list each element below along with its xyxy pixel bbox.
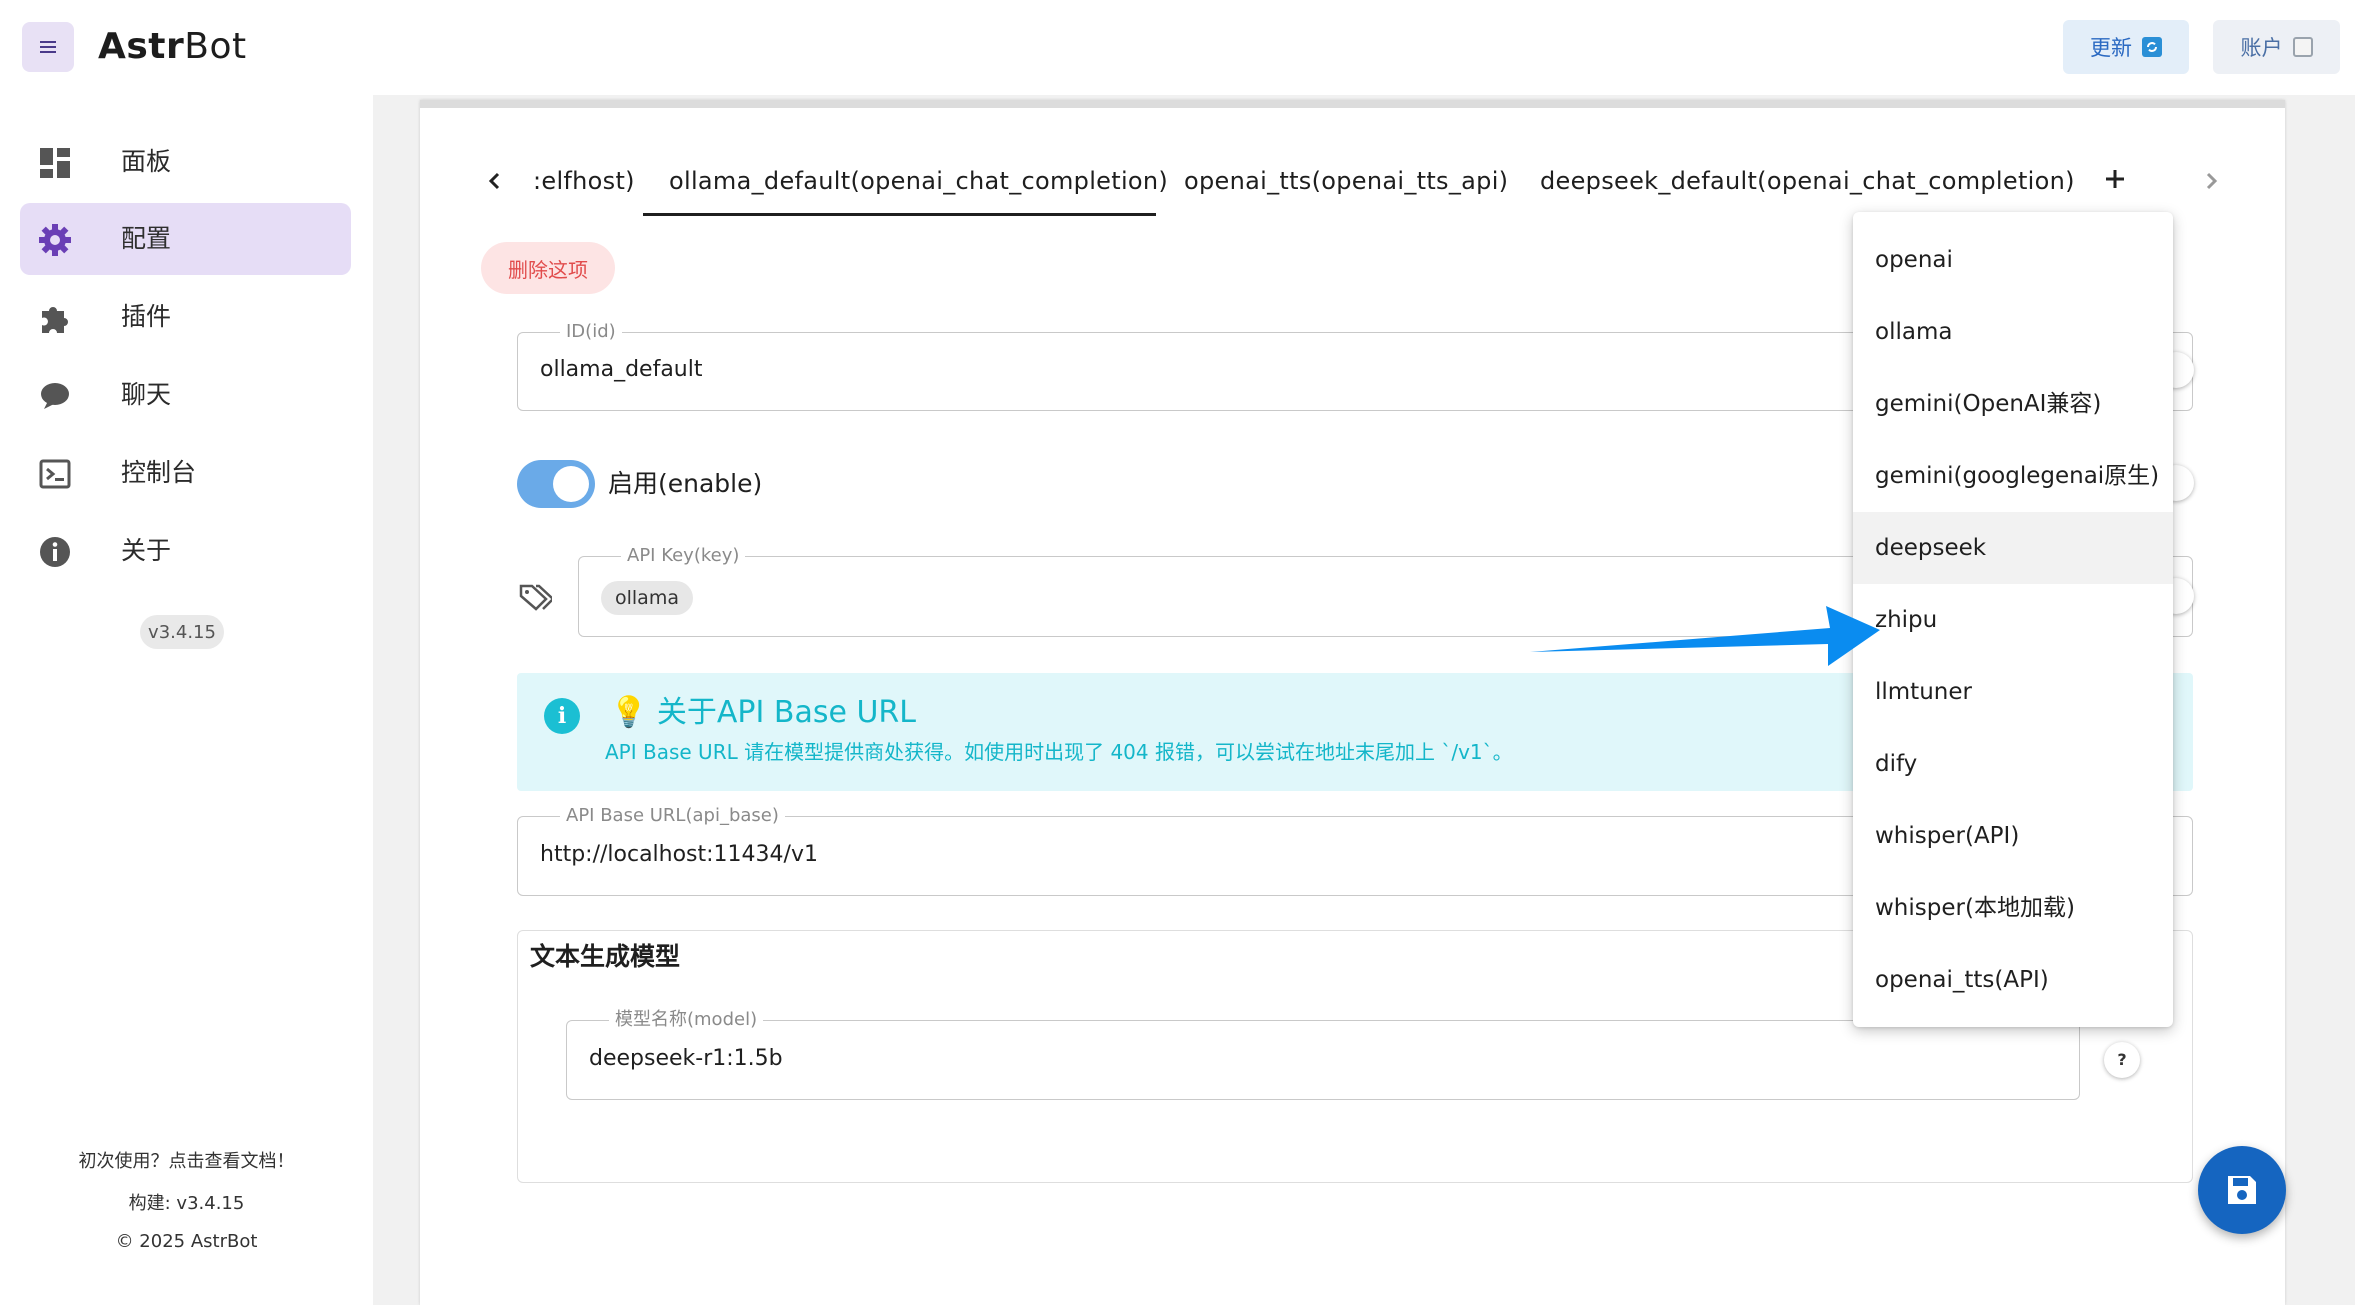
docs-link[interactable]: 初次使用？点击查看文档！ — [0, 1147, 373, 1173]
tab-deepseek-default[interactable]: deepseek_default(openai_chat_completion) — [1540, 164, 2075, 198]
account-button[interactable]: 账户 — [2213, 20, 2340, 74]
sidebar-item-label: 关于 — [121, 536, 172, 565]
tags-icon — [519, 584, 552, 611]
sidebar-item-dashboard[interactable]: 面板 — [20, 126, 351, 198]
brand-logo-text: AstrBot — [98, 22, 247, 72]
account-label: 账户 — [2240, 36, 2283, 60]
info-alert-text: API Base URL 请在模型提供商处获得。如使用时出现了 404 报错，可… — [605, 740, 1513, 764]
api-key-field-label: API Key(key) — [621, 543, 746, 569]
enable-toggle-label: 启用(enable) — [608, 469, 763, 498]
delete-item-button[interactable]: 删除这项 — [481, 242, 615, 294]
api-key-chip[interactable]: ollama — [601, 581, 693, 615]
id-field-value: ollama_default — [540, 357, 703, 382]
tab-selfhost[interactable]: :elfhost) — [533, 164, 635, 198]
sidebar-item-label: 插件 — [121, 302, 172, 331]
menu-item-zhipu[interactable]: zhipu — [1853, 584, 2173, 656]
api-base-field-label: API Base URL(api_base) — [560, 803, 785, 829]
id-field-label: ID(id) — [560, 319, 622, 345]
annotation-arrow-icon — [1530, 606, 1880, 666]
sidebar-item-chat[interactable]: 聊天 — [20, 359, 351, 431]
chat-bubble-icon — [41, 383, 69, 409]
active-tab-indicator — [643, 213, 1156, 216]
menu-item-ollama[interactable]: ollama — [1853, 296, 2173, 368]
model-name-field-value: deepseek-r1:1.5b — [589, 1046, 783, 1071]
puzzle-icon — [42, 307, 68, 333]
menu-item-openai-tts[interactable]: openai_tts(API) — [1853, 944, 2173, 1016]
tab-openai-tts[interactable]: openai_tts(openai_tts_api) — [1184, 164, 1508, 198]
copyright: © 2025 AstrBot — [115, 1231, 258, 1252]
menu-item-gemini-openai[interactable]: gemini(OpenAI兼容) — [1853, 368, 2173, 440]
enable-toggle[interactable] — [517, 460, 595, 508]
menu-item-whisper-api[interactable]: whisper(API) — [1853, 800, 2173, 872]
version-badge: v3.4.15 — [140, 615, 224, 649]
info-icon — [40, 537, 70, 567]
sidebar-item-plugins[interactable]: 插件 — [20, 281, 351, 353]
terminal-icon — [39, 459, 71, 489]
dashboard-icon — [40, 148, 70, 178]
section-title: 文本生成模型 — [530, 942, 681, 971]
menu-toggle-button[interactable] — [22, 22, 74, 72]
tab-scroll-left-icon[interactable] — [480, 166, 510, 196]
account-card-icon — [2292, 37, 2313, 57]
model-help-button[interactable]: ? — [2104, 1042, 2140, 1078]
provider-type-dropdown-menu: openai ollama gemini(OpenAI兼容) gemini(go… — [1853, 212, 2173, 1027]
menu-item-llmtuner[interactable]: llmtuner — [1853, 656, 2173, 728]
gear-icon — [39, 224, 71, 256]
info-alert-title: 💡 关于API Base URL — [610, 695, 916, 730]
top-app-bar: AstrBot 更新 账户 — [0, 0, 2355, 95]
sidebar-item-label: 聊天 — [121, 380, 172, 409]
update-label: 更新 — [2090, 36, 2132, 60]
model-name-field-label: 模型名称(model) — [609, 1007, 764, 1033]
tab-ollama-default[interactable]: ollama_default(openai_chat_completion) — [669, 164, 1168, 198]
save-fab-button[interactable] — [2198, 1146, 2286, 1234]
sidebar-item-config[interactable]: 配置 — [20, 203, 351, 275]
toggle-knob — [553, 466, 589, 502]
model-name-field[interactable]: 模型名称(model) deepseek-r1:1.5b — [566, 1007, 2080, 1100]
sidebar-item-console[interactable]: 控制台 — [20, 437, 351, 509]
update-button[interactable]: 更新 — [2063, 20, 2189, 74]
tab-scroll-right-icon[interactable] — [2196, 166, 2226, 196]
api-base-field-value: http://localhost:11434/v1 — [540, 842, 818, 867]
refresh-icon — [2142, 37, 2162, 57]
menu-item-deepseek[interactable]: deepseek — [1853, 512, 2173, 584]
sidebar: 面板 配置 插件 聊天 控制台 关于 v3.4.15 初次使用？点击查看文档！ … — [0, 95, 373, 1305]
brand-bold: Astr — [98, 26, 185, 67]
sidebar-item-about[interactable]: 关于 — [20, 515, 351, 587]
brand-rest: Bot — [184, 26, 247, 67]
menu-item-whisper-local[interactable]: whisper(本地加载) — [1853, 872, 2173, 944]
menu-item-dify[interactable]: dify — [1853, 728, 2173, 800]
menu-item-gemini-googlegenai[interactable]: gemini(googlegenai原生) — [1853, 440, 2173, 512]
sidebar-item-label: 面板 — [121, 147, 172, 176]
hamburger-icon — [40, 41, 56, 53]
build-version: 构建: v3.4.15 — [128, 1193, 245, 1214]
sidebar-item-label: 控制台 — [121, 458, 197, 487]
floppy-disk-icon — [2228, 1176, 2256, 1204]
menu-item-openai[interactable]: openai — [1853, 224, 2173, 296]
add-tab-icon[interactable] — [2100, 164, 2130, 194]
alert-info-icon: i — [544, 698, 580, 734]
sidebar-item-label: 配置 — [121, 224, 172, 253]
